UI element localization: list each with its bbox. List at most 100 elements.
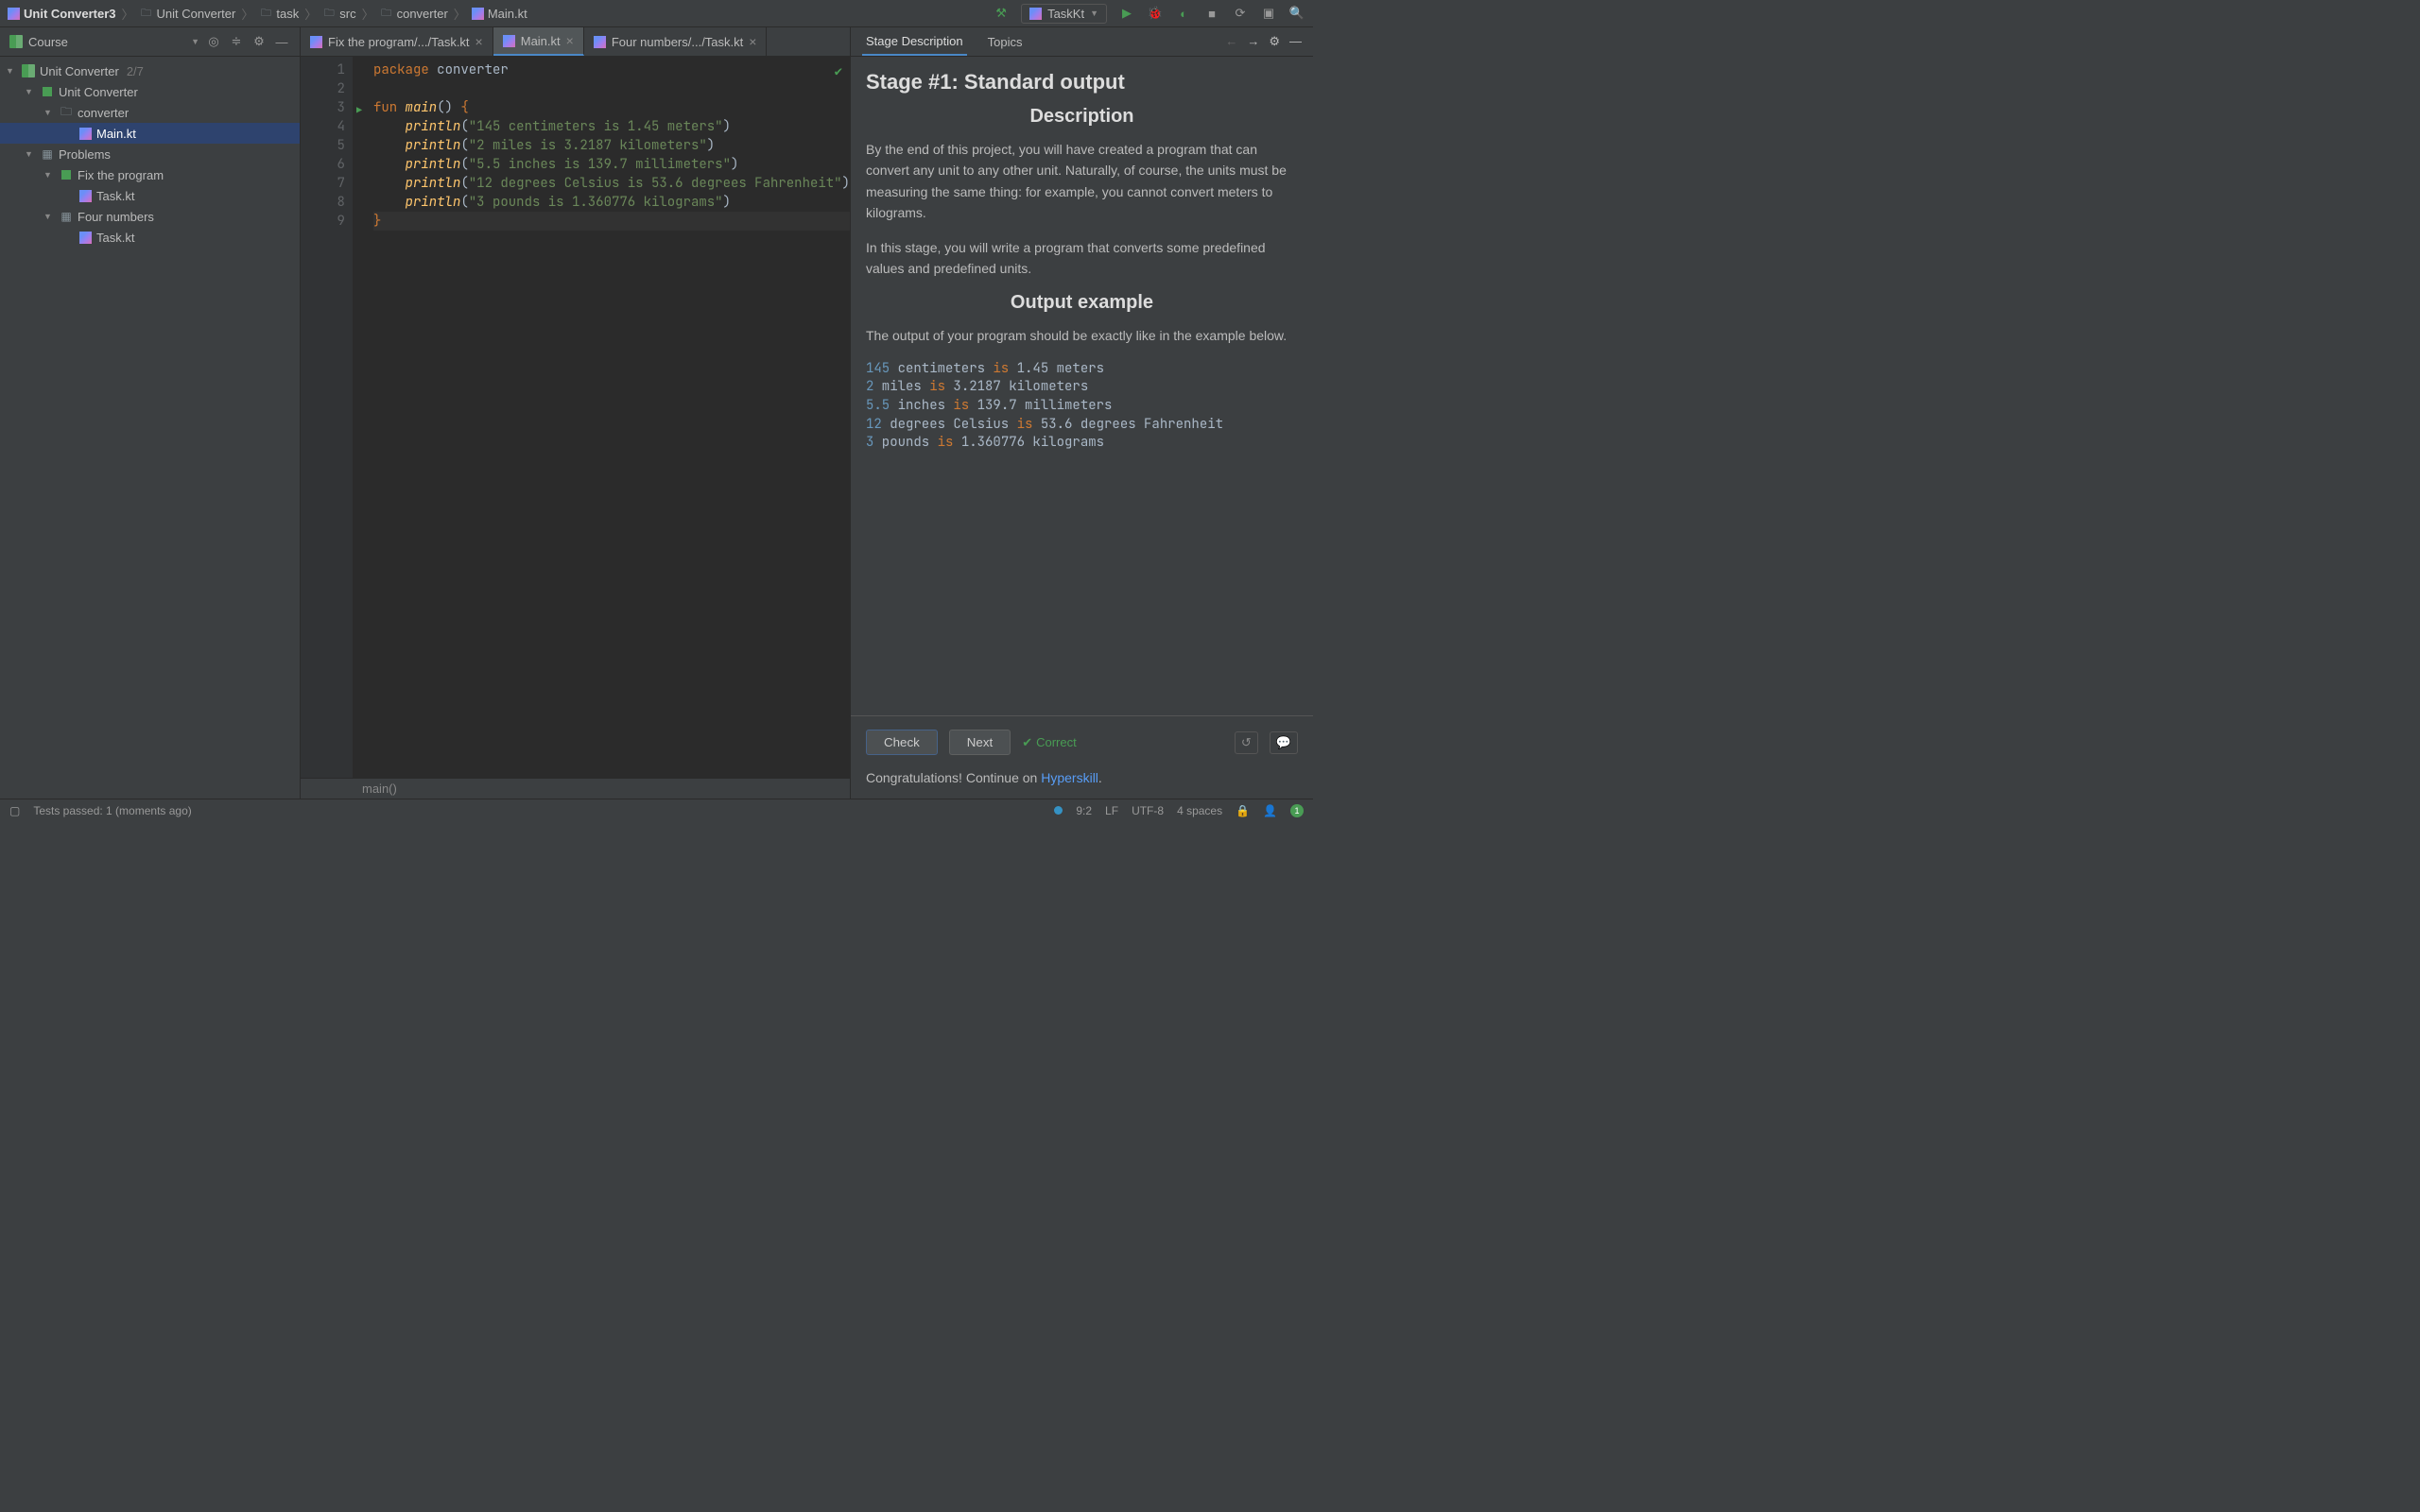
next-button[interactable]: Next (949, 730, 1011, 755)
minimize-icon[interactable]: — (273, 33, 290, 50)
status-bar: ▢ Tests passed: 1 (moments ago) 9:2 LF U… (0, 799, 1313, 821)
run-icon[interactable]: ▶ (1118, 5, 1135, 22)
gear-icon[interactable]: ⚙ (1269, 34, 1280, 49)
layout-icon[interactable]: ▣ (1260, 5, 1277, 22)
tree-item-label: Unit Converter (40, 64, 119, 78)
tree-item[interactable]: Main.kt (0, 123, 300, 144)
project-icon (8, 8, 20, 20)
chevron-down-icon[interactable]: ▼ (191, 37, 199, 46)
close-icon[interactable]: × (566, 33, 574, 48)
collapse-icon[interactable]: ≑ (228, 33, 245, 50)
tree-arrow-icon[interactable]: ▼ (25, 149, 36, 159)
coverage-icon[interactable]: ◐ (1175, 5, 1192, 22)
code-area[interactable]: ✔ package converter fun main() { println… (353, 57, 850, 778)
breadcrumb-item[interactable]: Main.kt (472, 7, 527, 21)
course-icon (9, 35, 23, 48)
editor-tab[interactable]: Four numbers/.../Task.kt× (584, 27, 768, 56)
editor-breadcrumb[interactable]: main() (301, 778, 850, 799)
file-encoding[interactable]: UTF-8 (1132, 804, 1164, 817)
close-icon[interactable]: × (475, 34, 483, 49)
forward-icon[interactable]: → (1247, 34, 1259, 49)
output-example-heading: Output example (866, 292, 1298, 314)
congrats-text: Congratulations! Continue on Hyperskill. (866, 770, 1298, 785)
lesson-icon (40, 84, 55, 99)
check-icon: ✔ (1022, 735, 1032, 750)
test-status: Tests passed: 1 (moments ago) (33, 804, 191, 817)
editor-body[interactable]: 1 2 3▶ 4 5 6 7 8 9 ✔ package converter f… (301, 57, 850, 778)
output-example: 145 centimeters is 1.45 meters2 miles is… (866, 360, 1298, 453)
search-icon[interactable]: 🔍 (1288, 5, 1305, 22)
profile-icon[interactable]: 👤 (1263, 804, 1277, 817)
updates-icon[interactable]: ⟳ (1232, 5, 1249, 22)
build-icon[interactable]: ⚒ (993, 5, 1010, 22)
tree-arrow-icon[interactable]: ▼ (43, 108, 55, 117)
comment-icon[interactable]: 💬 (1270, 731, 1298, 754)
tree-item[interactable]: ▼🗀converter (0, 102, 300, 123)
toolbar-right: ⚒ TaskKt ▼ ▶ 🐞 ◐ ■ ⟳ ▣ 🔍 (993, 4, 1305, 24)
target-icon[interactable]: ◎ (205, 33, 222, 50)
close-icon[interactable]: × (749, 34, 756, 49)
description-body: Stage #1: Standard output Description By… (851, 57, 1313, 715)
breadcrumb-item[interactable]: 🗀 Unit Converter (140, 7, 236, 21)
indent-setting[interactable]: 4 spaces (1177, 804, 1222, 817)
tab-label: Fix the program/.../Task.kt (328, 35, 470, 49)
tool-windows-icon[interactable]: ▢ (9, 804, 20, 817)
tree-item[interactable]: ▼Fix the program (0, 164, 300, 185)
editor-tab[interactable]: Main.kt× (493, 27, 584, 56)
hyperskill-link[interactable]: Hyperskill (1041, 770, 1098, 785)
tree-item[interactable]: ▼Unit Converter (0, 81, 300, 102)
progress-count: 2/7 (127, 64, 144, 78)
task-description-pane: Stage Description Topics ← → ⚙ — Stage #… (850, 27, 1313, 799)
lesson-icon (59, 167, 74, 182)
debug-icon[interactable]: 🐞 (1147, 5, 1164, 22)
tree-item[interactable]: ▼▦Problems (0, 144, 300, 164)
folder-icon: 🗀 (59, 105, 74, 120)
tree-item-label: Task.kt (96, 189, 134, 203)
breadcrumb-bar: Unit Converter3 〉 🗀 Unit Converter 〉 🗀 t… (0, 0, 1313, 27)
folder-icon: 🗀 (140, 7, 153, 20)
tree-arrow-icon[interactable]: ▼ (6, 66, 17, 76)
breadcrumb-item[interactable]: 🗀 converter (380, 7, 448, 21)
stop-icon[interactable]: ■ (1203, 5, 1220, 22)
tab-stage-description[interactable]: Stage Description (862, 28, 967, 56)
cursor-position[interactable]: 9:2 (1076, 804, 1092, 817)
redo-icon[interactable]: ↺ (1235, 731, 1258, 754)
kotlin-file-icon (78, 126, 93, 141)
tree-item-label: Problems (59, 147, 111, 162)
line-separator[interactable]: LF (1105, 804, 1118, 817)
tree-arrow-icon[interactable]: ▼ (25, 87, 36, 96)
inspection-ok-icon[interactable]: ✔ (835, 62, 842, 81)
tree-item-label: Task.kt (96, 231, 134, 245)
folder-icon: 🗀 (259, 7, 272, 20)
tree-item[interactable]: ▼▦Four numbers (0, 206, 300, 227)
gear-icon[interactable]: ⚙ (251, 33, 268, 50)
sync-indicator[interactable] (1054, 806, 1063, 815)
tree-item[interactable]: ▼ Unit Converter 2/7 (0, 60, 300, 81)
line-gutter: 1 2 3▶ 4 5 6 7 8 9 (301, 57, 353, 778)
sidebar-header: Course ▼ ◎ ≑ ⚙ — (0, 27, 300, 57)
lock-icon[interactable]: 🔒 (1236, 804, 1250, 817)
run-configuration[interactable]: TaskKt ▼ (1021, 4, 1107, 24)
kotlin-icon (1029, 8, 1042, 20)
tree-item[interactable]: Task.kt (0, 227, 300, 248)
tree-arrow-icon[interactable]: ▼ (43, 212, 55, 221)
tree-item-label: Four numbers (78, 210, 154, 224)
chevron-down-icon: ▼ (1090, 9, 1098, 18)
stage-title: Stage #1: Standard output (866, 70, 1298, 94)
check-button[interactable]: Check (866, 730, 938, 755)
tree-arrow-icon[interactable]: ▼ (43, 170, 55, 180)
back-icon[interactable]: ← (1225, 34, 1237, 49)
book-icon (21, 63, 36, 78)
kotlin-file-icon (594, 36, 606, 48)
breadcrumb-item[interactable]: 🗀 task (259, 7, 299, 21)
editor-tab[interactable]: Fix the program/.../Task.kt × (301, 27, 493, 56)
tree-item[interactable]: Task.kt (0, 185, 300, 206)
sidebar-title: Course (28, 35, 185, 49)
kotlin-file-icon (78, 230, 93, 245)
notification-badge[interactable]: 1 (1290, 804, 1304, 817)
breadcrumb-item[interactable]: 🗀 src (322, 7, 355, 21)
breadcrumb-item[interactable]: Unit Converter3 (8, 7, 116, 21)
tab-topics[interactable]: Topics (984, 29, 1027, 55)
minimize-icon[interactable]: — (1289, 34, 1302, 49)
kotlin-file-icon (310, 36, 322, 48)
